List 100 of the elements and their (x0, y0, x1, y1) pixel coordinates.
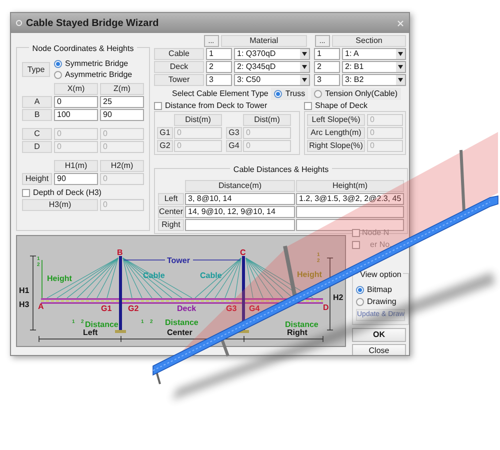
radio-button[interactable] (54, 71, 62, 79)
group-title: Node Coordinates & Heights (32, 44, 134, 53)
diagram-label: D (323, 303, 329, 312)
dropdown-arrow-icon (396, 49, 405, 59)
diagram-label: Distance (165, 318, 198, 327)
diagram-label: G4 (249, 304, 260, 313)
diagram-label: H2 (333, 293, 344, 302)
checkbox[interactable] (304, 102, 312, 110)
field-label: X(m) (54, 83, 98, 95)
diagram-label: Left (83, 328, 98, 337)
radio-label: Truss (285, 89, 306, 99)
pylon (460, 150, 466, 212)
radio-button[interactable] (356, 286, 364, 294)
checkbox-label: Shape of Deck (315, 101, 368, 111)
field-label: G2 (157, 140, 173, 152)
field-label: Type (22, 62, 50, 77)
close-button[interactable]: Close (352, 344, 406, 355)
close-icon[interactable] (396, 19, 404, 27)
field-label: C (22, 128, 52, 140)
text-field[interactable]: 2 (314, 61, 340, 73)
diagram-label: B (117, 248, 123, 257)
dropdown[interactable]: 3: C50 (234, 74, 310, 86)
dropdown-arrow-icon (396, 75, 405, 85)
diagram-label: Deck (177, 304, 196, 313)
text-field[interactable]: 1.2, 3@1.5, 3@2, 2@2.3, 45 (296, 193, 404, 205)
group-title: Cable Distances & Heights (233, 165, 329, 174)
field-label: G4 (226, 140, 242, 152)
checkbox-label: er No. (370, 240, 392, 250)
app-icon (16, 20, 22, 26)
text-field[interactable]: 3 (206, 74, 232, 86)
text-field[interactable]: 2 (206, 61, 232, 73)
diagram-label: G2 (128, 304, 139, 313)
tower-base-drawing (115, 330, 126, 333)
field-label: D (22, 141, 52, 153)
pylon (283, 246, 297, 298)
field-label: Left (158, 193, 184, 205)
text-field[interactable]: 25 (100, 96, 144, 108)
radio-button[interactable] (356, 298, 364, 306)
field-label: G1 (157, 127, 173, 139)
text-field[interactable]: 90 (100, 109, 144, 121)
cable-fan-drawing (194, 258, 242, 298)
diagram-label: Height (47, 274, 72, 283)
cable-fan-drawing (46, 258, 118, 298)
window-title: Cable Stayed Bridge Wizard (26, 16, 159, 30)
checkbox[interactable] (154, 102, 162, 110)
ok-button[interactable]: OK (352, 328, 406, 342)
dropdown[interactable]: 3: B2 (342, 74, 406, 86)
text-field[interactable] (296, 219, 404, 231)
dropdown[interactable]: 1: A (342, 48, 406, 60)
checkbox-label: Distance from Deck to Tower (165, 101, 268, 111)
text-field[interactable]: 1 (206, 48, 232, 60)
dropdown-arrow-icon (396, 62, 405, 72)
dropdown[interactable]: 2: B1 (342, 61, 406, 73)
field-label: Material (220, 35, 307, 47)
diagram-label: G3 (226, 304, 237, 313)
field-label: Right (158, 219, 184, 231)
dropdown[interactable]: 2: Q345qD (234, 61, 310, 73)
field-label: Distance(m) (185, 180, 295, 192)
text-field[interactable] (185, 219, 295, 231)
text-field[interactable]: 1 (314, 48, 340, 60)
field-label: H3(m) (22, 199, 98, 211)
field-label: Height (22, 173, 52, 185)
dropdown-arrow-icon (300, 49, 309, 59)
text-field[interactable]: 90 (54, 173, 98, 185)
field-label: Section (332, 35, 406, 47)
dropdown[interactable]: 1: Q370qD (234, 48, 310, 60)
diagram-label: Cable (200, 271, 222, 280)
field-label: Center (158, 206, 184, 218)
radio-button[interactable] (274, 90, 282, 98)
text-field[interactable]: 14, 9@10, 12, 9@10, 14 (185, 206, 295, 218)
diagram-label: H3 (19, 300, 30, 309)
checkbox-label: Node N (362, 228, 390, 238)
text-field[interactable]: 100 (54, 109, 98, 121)
field-label: Dist(m) (243, 114, 291, 126)
field-label: Dist(m) (174, 114, 222, 126)
radio-button[interactable] (314, 90, 322, 98)
radio-button[interactable] (54, 60, 62, 68)
cable-fan-drawing (122, 258, 192, 298)
checkbox[interactable] (22, 189, 30, 197)
checkbox[interactable] (352, 229, 360, 237)
checkbox-label: Depth of Deck (H3) (33, 188, 102, 198)
diagram-label: Center (167, 328, 192, 337)
text-field[interactable]: 0 (54, 96, 98, 108)
dropdown-arrow-icon (300, 75, 309, 85)
checkbox[interactable] (352, 241, 360, 249)
text-field[interactable] (296, 206, 404, 218)
radio-label: Tension Only(Cable) (325, 89, 398, 99)
diagram-label: Distance (85, 320, 118, 329)
text-field[interactable]: 3 (314, 74, 340, 86)
diagram-label: A (38, 302, 44, 311)
radio-label: Bitmap (367, 285, 392, 295)
text-field[interactable]: 3, 8@10, 14 (185, 193, 295, 205)
diagram-label: Right (287, 328, 308, 337)
field-label: Height(m) (296, 180, 404, 192)
diagram-label: G1 (101, 304, 112, 313)
field-label: Deck (154, 61, 204, 73)
field-label: H2(m) (100, 160, 144, 172)
diagram-label: Distance (285, 320, 318, 329)
group-title: View option (360, 270, 402, 279)
field-label: G3 (226, 127, 242, 139)
